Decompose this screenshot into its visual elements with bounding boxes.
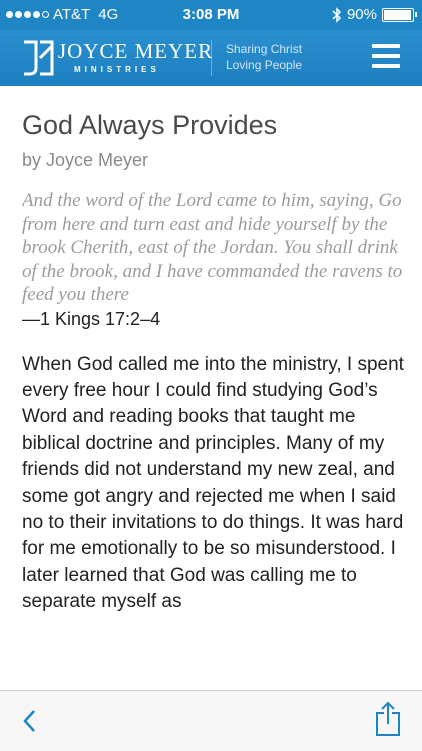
status-bar: AT&T 4G 3:08 PM 90% (0, 0, 422, 30)
scripture-reference: —1 Kings 17:2–4 (22, 308, 161, 329)
article-title: God Always Provides (22, 110, 278, 140)
tagline-line1: Sharing Christ (226, 42, 303, 56)
tagline: Sharing Christ Loving People (226, 41, 302, 73)
brand-sub: MINISTRIES (74, 65, 160, 74)
back-chevron-icon[interactable] (18, 707, 42, 735)
hamburger-menu-icon[interactable] (372, 44, 400, 68)
battery-icon (382, 7, 417, 22)
share-icon[interactable] (374, 701, 402, 737)
scripture-quote: And the word of the Lord came to him, sa… (22, 190, 403, 305)
article-byline: by Joyce Meyer (22, 150, 149, 170)
bottom-toolbar (0, 690, 422, 751)
brand-name: JOYCE MEYER (58, 39, 214, 63)
status-right: 90% (332, 6, 417, 23)
header-divider (211, 40, 212, 76)
brand: JOYCE MEYER MINISTRIES (58, 39, 213, 74)
article-content[interactable]: God Always Provides by Joyce Meyer And t… (22, 86, 406, 686)
app-header: JOYCE MEYER MINISTRIES Sharing Christ Lo… (0, 30, 422, 86)
article-body: When God called me into the ministry, I … (22, 353, 404, 613)
bluetooth-icon (332, 6, 342, 23)
battery-percent: 90% (346, 6, 377, 23)
tagline-line2: Loving People (226, 58, 303, 72)
jmm-logo-icon (24, 40, 54, 76)
